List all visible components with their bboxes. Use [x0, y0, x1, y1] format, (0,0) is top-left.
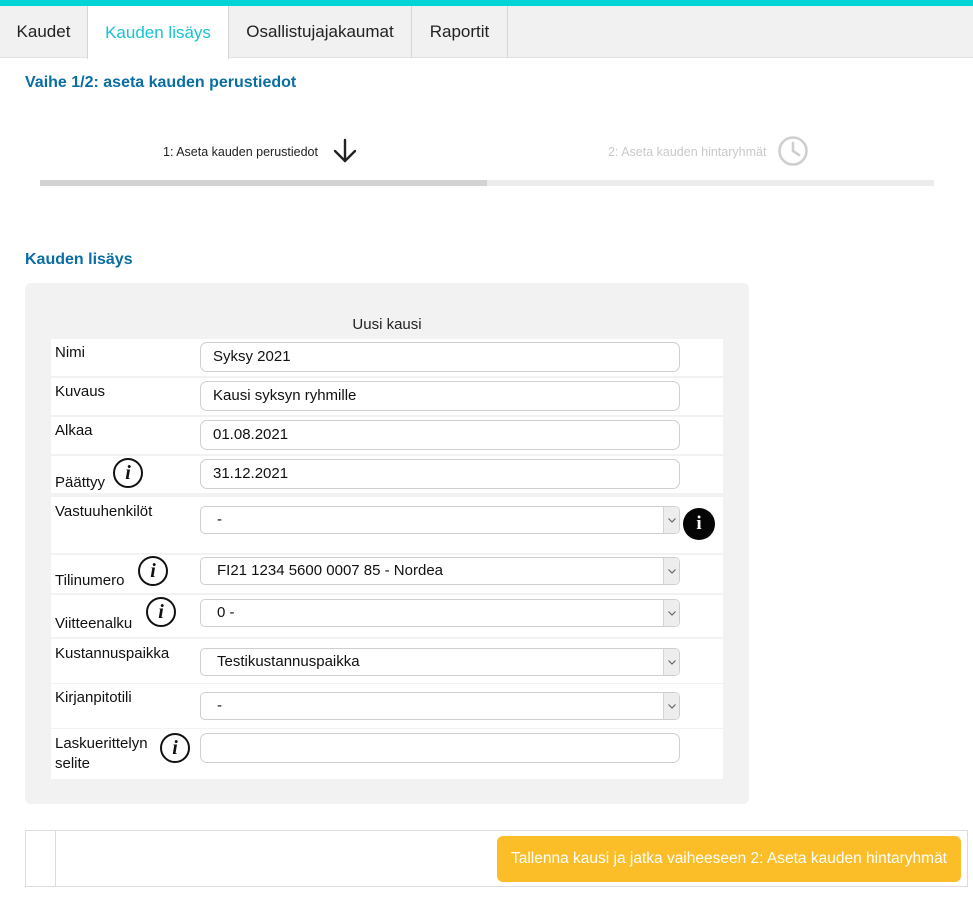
- kustannuspaikka-label: Kustannuspaikka: [55, 645, 170, 662]
- laskuerittelyn-input[interactable]: [200, 733, 680, 763]
- paattyy-input[interactable]: 31.12.2021: [200, 459, 680, 489]
- form-row-paattyy: Päättyy i 31.12.2021: [51, 456, 723, 493]
- form-row-nimi: Nimi Syksy 2021: [51, 339, 723, 376]
- form-row-kustannuspaikka: Kustannuspaikka Testikustannuspaikka: [51, 639, 723, 683]
- vastuuhenkilot-label: Vastuuhenkilöt: [55, 503, 153, 520]
- chevron-down-icon: [663, 600, 679, 626]
- kirjanpitotili-select[interactable]: -: [200, 692, 680, 720]
- chevron-down-icon: [663, 558, 679, 584]
- kirjanpitotili-value: -: [217, 697, 222, 714]
- tab-osallistujajakaumat[interactable]: Osallistujajakaumat: [229, 6, 412, 58]
- tilinumero-select[interactable]: FI21 1234 5600 0007 85 - Nordea: [200, 557, 680, 585]
- kustannuspaikka-select[interactable]: Testikustannuspaikka: [200, 648, 680, 676]
- tilinumero-info-icon[interactable]: i: [138, 556, 168, 586]
- tilinumero-value: FI21 1234 5600 0007 85 - Nordea: [217, 562, 444, 579]
- clock-icon: [778, 136, 808, 166]
- arrow-down-icon: [333, 138, 357, 163]
- chevron-down-icon: [663, 649, 679, 675]
- form-row-tilinumero: Tilinumero i FI21 1234 5600 0007 85 - No…: [51, 555, 723, 593]
- vastuuhenkilot-select[interactable]: -: [200, 506, 680, 534]
- laskuerittelyn-info-icon[interactable]: i: [160, 733, 190, 763]
- form-row-kirjanpitotili: Kirjanpitotili -: [51, 684, 723, 728]
- paattyy-label: Päättyy: [55, 474, 106, 491]
- form-section-title: Kauden lisäys: [25, 251, 133, 268]
- alkaa-input[interactable]: 01.08.2021: [200, 420, 680, 450]
- nimi-input[interactable]: Syksy 2021: [200, 342, 680, 372]
- step-1-label: 1: Aseta kauden perustiedot: [163, 145, 318, 159]
- tab-kauden-lisays[interactable]: Kauden lisäys: [87, 6, 229, 59]
- viitteenalku-label: Viitteenalku: [55, 615, 133, 632]
- action-bar: Tallenna kausi ja jatka vaiheeseen 2: As…: [25, 830, 968, 887]
- kirjanpitotili-label: Kirjanpitotili: [55, 689, 132, 706]
- save-and-continue-button[interactable]: Tallenna kausi ja jatka vaiheeseen 2: As…: [497, 836, 961, 882]
- kuvaus-input[interactable]: Kausi syksyn ryhmille: [200, 381, 680, 411]
- vastuuhenkilot-info-icon[interactable]: i: [683, 508, 715, 540]
- chevron-down-icon: [663, 693, 679, 719]
- form-row-viitteenalku: Viitteenalku i 0 -: [51, 595, 723, 637]
- form-caption: Uusi kausi: [352, 316, 422, 333]
- form-row-alkaa: Alkaa 01.08.2021: [51, 417, 723, 454]
- wizard-progress-fill: [40, 180, 487, 186]
- tab-kaudet[interactable]: Kaudet: [0, 6, 88, 58]
- viitteenalku-info-icon[interactable]: i: [146, 597, 176, 627]
- viitteenalku-value: 0 -: [217, 604, 235, 621]
- tab-raportit[interactable]: Raportit: [412, 6, 508, 58]
- form-row-kuvaus: Kuvaus Kausi syksyn ryhmille: [51, 378, 723, 415]
- form-row-vastuuhenkilot: Vastuuhenkilöt - i: [51, 497, 723, 553]
- laskuerittelyn-label: Laskuerittelyn selite: [55, 735, 148, 772]
- kuvaus-label: Kuvaus: [55, 383, 106, 400]
- tilinumero-label: Tilinumero: [55, 572, 125, 589]
- alkaa-label: Alkaa: [55, 422, 93, 439]
- chevron-down-icon: [663, 507, 679, 533]
- kustannuspaikka-value: Testikustannuspaikka: [217, 653, 360, 670]
- vastuuhenkilot-value: -: [217, 511, 222, 528]
- form-row-laskuerittelyn-selite: Laskuerittelyn selite i: [51, 729, 723, 779]
- paattyy-info-icon[interactable]: i: [113, 458, 143, 488]
- wizard-title: Vaihe 1/2: aseta kauden perustiedot: [25, 74, 297, 91]
- wizard-progress-bar: [40, 180, 934, 186]
- viitteenalku-select[interactable]: 0 -: [200, 599, 680, 627]
- nimi-label: Nimi: [55, 344, 85, 361]
- action-bar-divider: [55, 831, 56, 886]
- tab-bar: Kaudet Kauden lisäys Osallistujajakaumat…: [0, 6, 973, 59]
- step-2-label: 2: Aseta kauden hintaryhmät: [608, 145, 767, 159]
- season-form: Uusi kausi Nimi Syksy 2021 Kuvaus Kausi …: [25, 283, 749, 804]
